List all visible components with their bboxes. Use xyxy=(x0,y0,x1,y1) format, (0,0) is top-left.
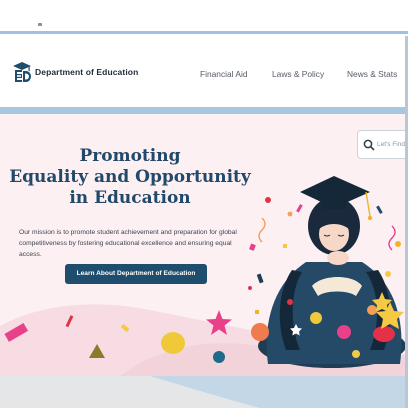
search-box[interactable] xyxy=(357,130,408,159)
top-strip-mark xyxy=(38,23,42,26)
hero-title-line-1: Promoting xyxy=(79,146,181,166)
top-strip-line xyxy=(0,31,408,34)
nav-financial-aid[interactable]: Financial Aid xyxy=(200,69,248,79)
bottom-wave xyxy=(150,376,408,408)
search-icon[interactable] xyxy=(363,139,375,151)
graduate-illustration xyxy=(258,176,406,368)
nav-news-stats[interactable]: News & Stats xyxy=(347,69,397,79)
nav-laws-policy[interactable]: Laws & Policy xyxy=(272,69,324,79)
hero-title-line-3: in Education xyxy=(69,188,191,208)
bottom-band xyxy=(0,376,408,408)
browser-top-strip xyxy=(0,0,408,36)
mission-statement: Our mission is to promote student achiev… xyxy=(19,228,237,258)
learn-about-button[interactable]: Learn About Department of Education xyxy=(65,264,207,284)
site-header: Department of Education Financial Aid La… xyxy=(0,36,408,108)
ed-logo-icon[interactable] xyxy=(12,61,32,83)
header-divider-band xyxy=(0,107,408,114)
search-input[interactable] xyxy=(377,137,408,151)
hero-section: Promoting Equality and Opportunity in Ed… xyxy=(0,114,408,376)
hero-title-line-2: Equality and Opportunity xyxy=(9,167,251,187)
hero-title: Promoting Equality and Opportunity in Ed… xyxy=(0,146,260,209)
brand-name[interactable]: Department of Education xyxy=(35,67,138,77)
